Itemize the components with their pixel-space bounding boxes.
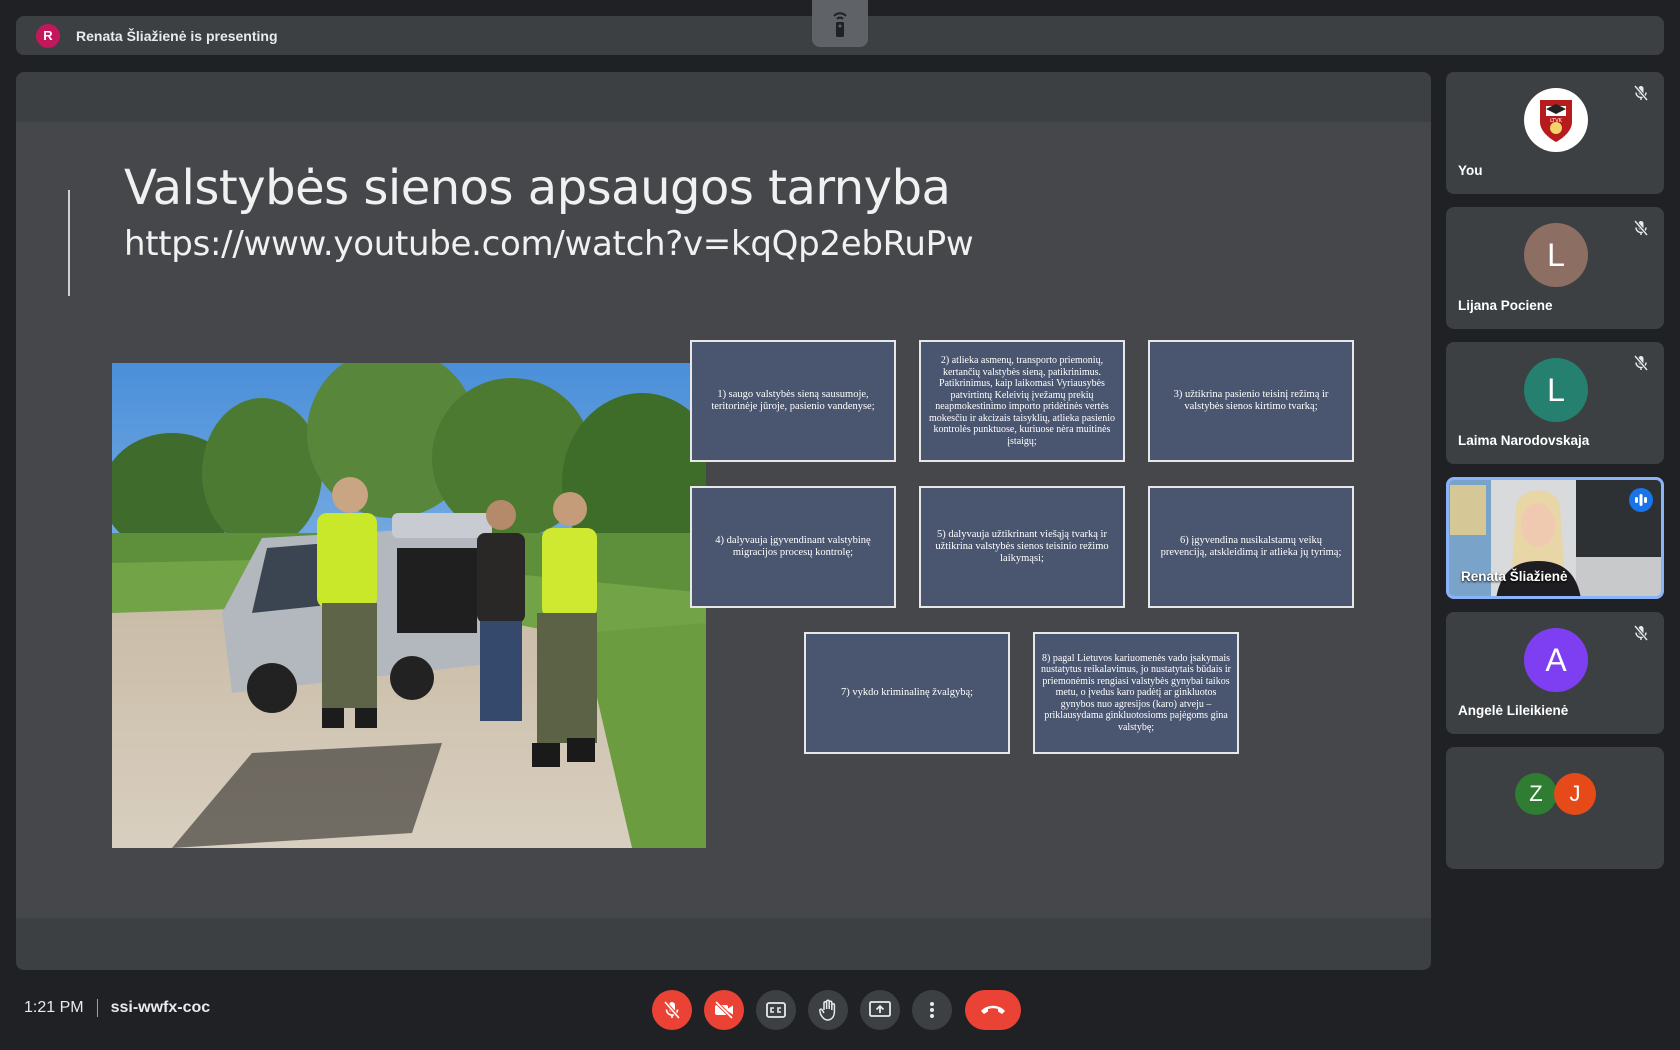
participant-avatar: L <box>1524 358 1588 422</box>
mic-off-icon <box>1633 625 1649 641</box>
duty-box-5: 5) dalyvauja užtikrinant viešąją tvarką … <box>919 486 1125 608</box>
participant-avatar: Z <box>1515 773 1557 815</box>
more-options-icon <box>930 1002 934 1018</box>
participant-tile-you[interactable]: LTVK You <box>1446 72 1664 194</box>
participant-tile-angele[interactable]: A Angelė Lileikienė <box>1446 612 1664 734</box>
more-options-button[interactable] <box>912 990 952 1030</box>
camera-off-icon <box>714 1000 734 1020</box>
duty-box-7: 7) vykdo kriminalinę žvalgybą; <box>804 632 1010 754</box>
border-guards-photo <box>112 363 706 848</box>
presentation-stage: Valstybės sienos apsaugos tarnyba https:… <box>16 72 1431 970</box>
meeting-code: ssi-wwfx-coc <box>110 999 211 1016</box>
duty-box-8: 8) pagal Lietuvos kariuomenės vado įsaky… <box>1033 632 1239 754</box>
college-logo-avatar: LTVK <box>1524 88 1588 152</box>
current-time: 1:21 PM <box>24 999 84 1016</box>
presenter-avatar: R <box>36 23 60 48</box>
participant-name: Lijana Pociene <box>1458 298 1553 313</box>
participant-name: Angelė Lileikienė <box>1458 703 1569 718</box>
participant-name: Renata Šliažienė <box>1461 569 1568 584</box>
present-screen-button[interactable] <box>860 990 900 1030</box>
remote-control-button[interactable] <box>812 0 868 47</box>
slide-title: Valstybės sienos apsaugos tarnyba <box>124 160 951 216</box>
participant-avatar: J <box>1554 773 1596 815</box>
logo-text: LTVK <box>1550 118 1563 124</box>
participant-name: You <box>1458 163 1483 178</box>
divider <box>96 999 98 1017</box>
duty-box-6: 6) įgyvendina nusikalstamų veikų prevenc… <box>1148 486 1354 608</box>
duty-box-1: 1) saugo valstybės sieną sausumoje, teri… <box>690 340 896 462</box>
mic-off-icon <box>663 1000 681 1020</box>
duty-box-3: 3) užtikrina pasienio teisinį režimą ir … <box>1148 340 1354 462</box>
participant-avatar: A <box>1524 628 1588 692</box>
present-screen-icon <box>869 1001 891 1017</box>
participant-tile-lijana[interactable]: L Lijana Pociene <box>1446 207 1664 329</box>
title-accent-bar <box>68 190 70 296</box>
presenter-banner-text: Renata Šliažienė is presenting <box>76 27 278 44</box>
participant-avatar: L <box>1524 223 1588 287</box>
remote-control-icon <box>833 11 847 37</box>
raise-hand-icon <box>819 999 836 1021</box>
camera-button[interactable] <box>704 990 744 1030</box>
slide-url: https://www.youtube.com/watch?v=kqQp2ebR… <box>124 224 974 264</box>
captions-button[interactable] <box>756 990 796 1030</box>
microphone-button[interactable] <box>652 990 692 1030</box>
hang-up-icon <box>981 1005 1005 1014</box>
duty-box-4: 4) dalyvauja įgyvendinant valstybinę mig… <box>690 486 896 608</box>
meeting-info: 1:21 PM ssi-wwfx-coc <box>24 999 210 1017</box>
raise-hand-button[interactable] <box>808 990 848 1030</box>
mic-off-icon <box>1633 85 1649 101</box>
participant-name: Laima Narodovskaja <box>1458 433 1590 448</box>
shared-slide: Valstybės sienos apsaugos tarnyba https:… <box>16 122 1431 918</box>
mic-off-icon <box>1633 355 1649 371</box>
participant-tile-laima[interactable]: L Laima Narodovskaja <box>1446 342 1664 464</box>
leave-call-button[interactable] <box>965 990 1021 1030</box>
captions-icon <box>766 1002 786 1018</box>
mic-off-icon <box>1633 220 1649 236</box>
participant-tile-others[interactable]: Z J <box>1446 747 1664 869</box>
participant-tile-renata[interactable]: Renata Šliažienė <box>1446 477 1664 599</box>
duty-box-2: 2) atlieka asmenų, transporto priemonių,… <box>919 340 1125 462</box>
speaking-icon <box>1629 488 1653 512</box>
